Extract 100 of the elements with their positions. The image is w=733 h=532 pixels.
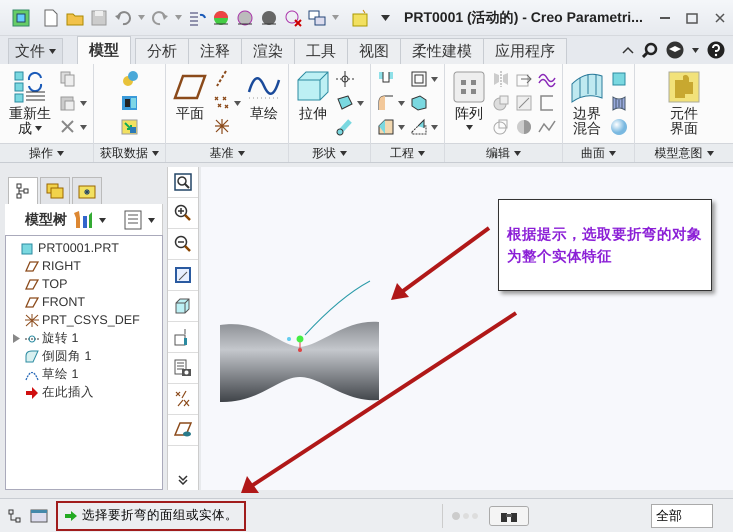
new-file-icon[interactable] <box>42 8 60 26</box>
undo-icon[interactable] <box>114 8 132 26</box>
draft-icon[interactable] <box>410 94 428 112</box>
tab[interactable]: 柔性建模 <box>400 38 484 64</box>
caret-icon <box>431 124 438 130</box>
tree-item[interactable]: PRT0001.PRT <box>38 241 119 255</box>
list-camera-icon <box>174 359 192 377</box>
tree-icon[interactable] <box>8 508 22 522</box>
plane-icon <box>25 278 39 290</box>
dropdown-icon[interactable] <box>381 14 390 20</box>
paste-icon[interactable] <box>59 94 78 112</box>
windows-icon[interactable] <box>308 8 326 26</box>
search-icon[interactable] <box>642 42 658 58</box>
folders-icon <box>46 183 64 199</box>
zoom-out-icon <box>174 235 192 253</box>
plane-icon <box>25 260 39 272</box>
caret-icon <box>57 150 64 156</box>
favorites-tab[interactable] <box>72 177 102 204</box>
find-button[interactable] <box>489 506 529 526</box>
folders-tab[interactable] <box>40 177 70 204</box>
tree-item[interactable]: RIGHT <box>42 259 81 273</box>
double-chevron-icon <box>178 475 188 485</box>
list-icon[interactable] <box>124 210 142 230</box>
caret-icon <box>398 124 406 130</box>
arrow-icon <box>64 510 78 522</box>
status-message: 选择要折弯的面组或实体。 <box>82 507 238 524</box>
axis-display-icon <box>174 390 192 408</box>
ribbon-button[interactable]: 重新生成 <box>6 68 54 143</box>
window-icon[interactable] <box>30 508 48 522</box>
help-icon[interactable] <box>707 41 725 59</box>
tab[interactable]: 渲染 <box>241 38 295 64</box>
shapes-icon[interactable] <box>120 70 139 88</box>
group-label[interactable]: 获取数据 <box>94 143 166 162</box>
circle-icon[interactable] <box>515 118 534 136</box>
group-label[interactable]: 操作 <box>0 143 94 162</box>
tree-item[interactable]: 倒圆角 1 <box>42 348 92 364</box>
group-label[interactable]: 编辑 <box>445 143 562 162</box>
tree-item[interactable]: 在此插入 <box>42 384 94 400</box>
grid-icon <box>452 70 486 104</box>
save-icon[interactable] <box>90 8 108 26</box>
caret-icon <box>80 100 88 106</box>
tree-item[interactable]: TOP <box>42 277 68 291</box>
file-menu[interactable]: 文件 <box>8 38 63 64</box>
surface-icon[interactable] <box>610 94 628 112</box>
shaded-ball-icon[interactable] <box>236 8 254 26</box>
group-label[interactable]: 形状 <box>289 143 370 162</box>
caret-icon <box>148 218 155 222</box>
caret-icon <box>357 100 364 106</box>
tree-tab[interactable] <box>8 177 38 204</box>
tab[interactable]: 应用程序 <box>483 38 567 64</box>
caret-icon <box>692 48 699 52</box>
color-ball-icon[interactable] <box>212 8 230 26</box>
tree-item[interactable]: 旋转 1 <box>42 330 78 346</box>
minimize-icon <box>660 16 670 18</box>
ribbon-button[interactable]: 边界混合 <box>569 68 606 143</box>
caret-icon <box>49 49 56 54</box>
tab[interactable]: 视图 <box>347 38 401 64</box>
ribbon-button[interactable]: 元件界面 <box>666 68 702 143</box>
tree-item[interactable]: FRONT <box>42 295 86 309</box>
group-label[interactable]: 基准 <box>166 143 288 162</box>
import-icon[interactable] <box>120 94 139 112</box>
graduation-cap-icon[interactable] <box>666 41 684 59</box>
trim-icon[interactable] <box>515 94 534 112</box>
expander-icon[interactable] <box>12 334 20 342</box>
filter-dropdown[interactable]: 全部 <box>651 504 713 528</box>
tab[interactable]: 工具 <box>294 38 348 64</box>
mirror-icon[interactable] <box>492 70 510 88</box>
shell-icon[interactable] <box>410 70 428 88</box>
tree-item[interactable]: 草绘 1 <box>42 366 78 382</box>
caret-icon <box>175 15 182 20</box>
caret-icon <box>152 150 160 156</box>
star-icon[interactable] <box>213 118 232 136</box>
wedge-icon[interactable] <box>336 94 354 112</box>
ribbon-button[interactable]: 草绘 <box>246 68 282 143</box>
ribbon-button[interactable]: 拉伸 <box>295 68 332 143</box>
chamfer-icon[interactable] <box>377 118 396 136</box>
ribbon-button[interactable]: 平面 <box>172 68 208 143</box>
tab[interactable]: 注释 <box>188 38 242 64</box>
rib-icon[interactable] <box>410 118 428 136</box>
group-label[interactable]: 工程 <box>371 143 444 162</box>
caret-icon <box>35 126 42 132</box>
tree-item[interactable]: PRT_CSYS_DEF <box>42 313 140 327</box>
square-icon[interactable] <box>610 70 628 88</box>
group-label[interactable]: 曲面 <box>563 143 634 162</box>
shaded-ball-icon[interactable] <box>260 8 278 26</box>
tab[interactable]: 分析 <box>135 38 189 64</box>
collapse-icon[interactable] <box>622 46 634 54</box>
redo-icon[interactable] <box>151 8 169 26</box>
caret-icon <box>609 150 616 156</box>
tab[interactable]: 模型 <box>77 36 131 64</box>
tube-icon[interactable] <box>336 118 354 136</box>
round-icon[interactable] <box>377 94 396 112</box>
axis-icon[interactable] <box>336 70 354 88</box>
caret-icon <box>418 150 426 156</box>
copy-icon[interactable] <box>59 70 78 88</box>
tools-icon[interactable] <box>73 210 93 230</box>
ribbon-button[interactable]: 阵列 <box>451 68 488 143</box>
panel-title: 模型树 <box>25 211 67 229</box>
app-icon[interactable] <box>12 8 30 26</box>
ball-cross-icon[interactable] <box>284 8 302 26</box>
